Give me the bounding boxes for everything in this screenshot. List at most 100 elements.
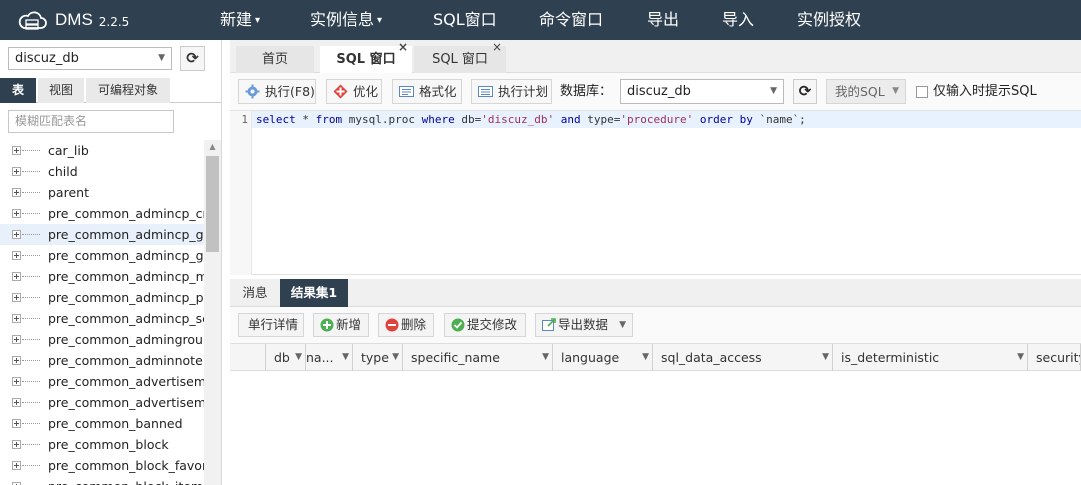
- commit-changes-button[interactable]: 提交修改: [444, 313, 526, 337]
- expand-icon[interactable]: [12, 272, 21, 281]
- export-data-label: 导出数据: [558, 317, 609, 332]
- code-token: type=: [580, 113, 621, 126]
- close-icon[interactable]: ×: [398, 40, 408, 54]
- tab-sql-window[interactable]: SQL 窗口 ×: [320, 40, 412, 73]
- table-tree-item[interactable]: pre_common_admincp_cmd: [0, 203, 204, 224]
- expand-icon[interactable]: [12, 356, 21, 365]
- column-header[interactable]: language ▼: [553, 344, 653, 371]
- row-detail-button[interactable]: 单行详情: [238, 313, 304, 337]
- expand-icon[interactable]: [12, 335, 21, 344]
- logo[interactable]: DMS 2.2.5: [16, 6, 129, 34]
- table-tree-item[interactable]: pre_common_admingroup: [0, 329, 204, 350]
- editor-refresh-button[interactable]: ⟳: [793, 79, 817, 104]
- editor-database-select[interactable]: discuz_db ▼: [620, 79, 784, 104]
- expand-icon[interactable]: [12, 146, 21, 155]
- expand-icon[interactable]: [12, 209, 21, 218]
- table-tree-item[interactable]: pre_common_admincp_grouppe: [0, 245, 204, 266]
- explain-plan-button[interactable]: 执行计划: [471, 79, 552, 104]
- tab-messages[interactable]: 消息: [230, 279, 280, 307]
- tab-programmable-objects[interactable]: 可编程对象: [86, 78, 170, 103]
- sql-editor[interactable]: 1 select * from mysql.proc where db='dis…: [230, 111, 1081, 275]
- nav-item-3[interactable]: 命令窗口: [539, 0, 603, 40]
- expand-icon[interactable]: [12, 419, 21, 428]
- column-menu-icon[interactable]: ▼: [642, 344, 649, 371]
- tab-views[interactable]: 视图: [38, 78, 84, 103]
- column-header[interactable]: security: [1028, 344, 1081, 371]
- nav-item-5[interactable]: 导入: [722, 0, 754, 40]
- format-button[interactable]: 格式化: [392, 79, 462, 104]
- column-menu-icon[interactable]: ▼: [822, 344, 829, 371]
- column-header[interactable]: sql_data_access ▼: [653, 344, 833, 371]
- nav-item-4[interactable]: 导出: [647, 0, 679, 40]
- database-select[interactable]: discuz_db ▼: [8, 47, 172, 70]
- table-tree-item[interactable]: pre_common_admincp_member: [0, 266, 204, 287]
- expand-icon[interactable]: [12, 398, 21, 407]
- tab-label: 首页: [261, 52, 288, 67]
- column-header[interactable]: na... ▼: [298, 344, 353, 371]
- table-filter-input[interactable]: 模糊匹配表名: [8, 110, 174, 133]
- column-menu-icon[interactable]: ▼: [392, 344, 399, 371]
- hint-only-checkbox[interactable]: [916, 86, 928, 98]
- code-token: from: [315, 113, 343, 126]
- column-header-label: language: [561, 350, 620, 365]
- run-button[interactable]: 执行(F8): [238, 79, 316, 104]
- column-header[interactable]: is_deterministic ▼: [833, 344, 1028, 371]
- tab-tables[interactable]: 表: [0, 78, 36, 103]
- column-menu-icon[interactable]: ▼: [342, 344, 349, 371]
- table-name: pre_common_admincp_group: [48, 227, 204, 242]
- export-data-button[interactable]: 导出数据 ▼: [535, 313, 633, 337]
- table-tree-item[interactable]: parent: [0, 182, 204, 203]
- nav-item-0[interactable]: 新建 ▾: [220, 0, 260, 40]
- tab-sql-window[interactable]: SQL 窗口 ×: [414, 40, 506, 73]
- table-tree-item[interactable]: pre_common_block_favorite: [0, 455, 204, 476]
- expand-icon[interactable]: [12, 251, 21, 260]
- delete-row-label: 删除: [401, 317, 427, 332]
- table-tree-item[interactable]: pre_common_admincp_group: [0, 224, 204, 245]
- table-tree-item[interactable]: pre_common_advertisement_cu: [0, 392, 204, 413]
- table-tree-item[interactable]: car_lib: [0, 140, 204, 161]
- table-tree-item[interactable]: pre_common_advertisement: [0, 371, 204, 392]
- column-header[interactable]: type ▼: [353, 344, 403, 371]
- expand-icon[interactable]: [12, 188, 21, 197]
- tree-connector: [22, 171, 40, 172]
- nav-item-6[interactable]: 实例授权: [797, 0, 861, 40]
- expand-icon[interactable]: [12, 293, 21, 302]
- tab-home[interactable]: 首页: [236, 46, 314, 73]
- expand-icon[interactable]: [12, 440, 21, 449]
- add-icon: [320, 318, 334, 332]
- table-tree-item[interactable]: pre_common_adminnote: [0, 350, 204, 371]
- nav-item-2[interactable]: SQL窗口: [433, 0, 497, 40]
- expand-icon[interactable]: [12, 377, 21, 386]
- table-tree-item[interactable]: pre_common_banned: [0, 413, 204, 434]
- table-tree-item[interactable]: pre_common_admincp_session: [0, 308, 204, 329]
- column-menu-icon[interactable]: ▼: [542, 344, 549, 371]
- table-tree-item[interactable]: child: [0, 161, 204, 182]
- my-sql-dropdown[interactable]: 我的SQL ▼: [826, 79, 906, 104]
- tree-connector: [22, 192, 40, 193]
- scrollbar-thumb[interactable]: [206, 156, 219, 252]
- scroll-up-icon[interactable]: ▲: [204, 140, 221, 154]
- delete-row-button[interactable]: 删除: [378, 313, 434, 337]
- expand-icon[interactable]: [12, 230, 21, 239]
- table-name: car_lib: [48, 143, 89, 158]
- table-name: pre_common_admingroup: [48, 332, 204, 347]
- code-line[interactable]: select * from mysql.proc where db='discu…: [252, 111, 1081, 128]
- table-tree-item[interactable]: pre_common_admincp_perm: [0, 287, 204, 308]
- expand-icon[interactable]: [12, 461, 21, 470]
- tree-scrollbar[interactable]: ▲: [204, 140, 221, 485]
- optimize-button[interactable]: 优化: [326, 79, 382, 104]
- table-name: child: [48, 164, 78, 179]
- line-number: 1: [241, 113, 248, 126]
- tab-result-set-1[interactable]: 结果集1: [280, 279, 348, 307]
- chevron-down-icon: ▾: [377, 15, 383, 26]
- expand-icon[interactable]: [12, 314, 21, 323]
- column-header[interactable]: specific_name ▼: [403, 344, 553, 371]
- column-menu-icon[interactable]: ▼: [1017, 344, 1024, 371]
- refresh-button[interactable]: ⟳: [180, 46, 205, 71]
- add-row-button[interactable]: 新增: [313, 313, 369, 337]
- expand-icon[interactable]: [12, 167, 21, 176]
- table-tree-item[interactable]: pre_common_block: [0, 434, 204, 455]
- table-tree-item[interactable]: pre_common_block_item: [0, 476, 204, 485]
- close-icon[interactable]: ×: [492, 40, 502, 54]
- nav-item-1[interactable]: 实例信息 ▾: [310, 0, 382, 40]
